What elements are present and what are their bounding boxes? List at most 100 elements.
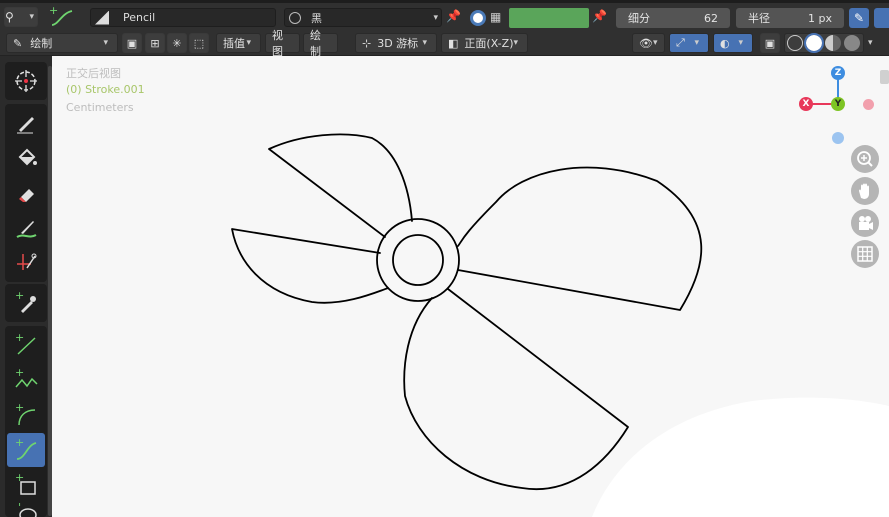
chevron-down-icon: ▾	[694, 38, 699, 48]
polyline-tool[interactable]: +	[7, 363, 45, 397]
radius-label: 半径	[748, 12, 770, 25]
cursor-tool[interactable]	[7, 64, 45, 98]
chevron-down-icon: ▾	[29, 12, 34, 22]
hub-inner-circle	[392, 234, 444, 286]
editor-type-icon: ⚲	[5, 10, 14, 24]
view-label: 视图	[272, 29, 283, 58]
propeller-drawing	[231, 133, 889, 517]
radius-field[interactable]: 半径 1 px	[736, 8, 844, 28]
shading-modes[interactable]	[784, 33, 864, 53]
grid-toggle-icon[interactable]	[851, 240, 879, 268]
tool-group-eyedropper: +	[5, 284, 47, 322]
cursor-label: 3D 游标	[377, 37, 419, 50]
gizmo-neg-x[interactable]	[863, 99, 874, 110]
draw-tool-icon: +	[46, 4, 76, 29]
tool-group-cursor	[5, 62, 47, 100]
solid-shading-icon[interactable]	[804, 33, 824, 53]
3d-viewport[interactable]: 正交后视图 (0) Stroke.001 Centimeters Z X Y	[52, 56, 889, 517]
blade-top	[268, 133, 413, 238]
brush-selector[interactable]: Pencil	[90, 8, 276, 27]
cursor-selector[interactable]: ⊹ 3D 游标 ▾	[355, 33, 437, 53]
pin-icon-2[interactable]: 📌	[592, 9, 610, 27]
view-menu[interactable]: 视图	[265, 29, 300, 58]
pressure-icon[interactable]: ✎	[849, 8, 869, 28]
chevron-down-icon: ▾	[513, 38, 518, 48]
pencil-brush-icon	[17, 117, 34, 134]
editor-type-button[interactable]: ⚲ ▾	[4, 7, 38, 27]
mode-selector[interactable]: ✎ 绘制 ▾	[6, 33, 118, 53]
eyedropper-icon: +	[15, 290, 36, 313]
blade-right	[457, 166, 703, 311]
material-icon	[289, 11, 301, 24]
viewport-scroll-handle[interactable]	[880, 70, 889, 84]
box-tool[interactable]: +	[7, 468, 45, 502]
chevron-down-icon: ▾	[246, 38, 251, 48]
eyedropper-tool[interactable]: +	[7, 286, 45, 320]
curve-tool[interactable]: +	[7, 433, 45, 467]
mode-label: 绘制	[30, 37, 53, 50]
subdivision-value: 62	[704, 11, 718, 25]
camera-icon[interactable]	[851, 209, 879, 237]
cursor-icon	[15, 70, 37, 92]
gizmo-neg-z[interactable]	[832, 132, 844, 144]
hub-outer-circle	[376, 218, 460, 302]
box-icon: +	[15, 472, 36, 495]
orientation-selector[interactable]: ◧ 正面(X-Z) ▾	[441, 33, 528, 53]
viewport-header: ✎ 绘制 ▾ ▣ ⊞ ✳ ⬚ 插值 ▾ 视图 绘制 ⊹ 3D 游标 ▾ ◧ 正面…	[0, 29, 889, 58]
subdivision-field[interactable]: 细分 62	[616, 8, 730, 28]
brush-icon	[95, 10, 109, 25]
chevron-down-icon: ▾	[652, 38, 658, 48]
radius-value: 1 px	[808, 11, 832, 25]
arc-tool[interactable]: +	[7, 398, 45, 432]
color-mode-icon[interactable]: ▦	[490, 10, 506, 26]
gizmo-y-axis[interactable]: Y	[831, 97, 845, 111]
erase-tool[interactable]	[7, 176, 45, 210]
snowflake-icon[interactable]: ✳	[167, 33, 187, 53]
shading-options-chevron[interactable]: ▾	[868, 38, 873, 48]
wireframe-shading-icon[interactable]	[787, 35, 803, 51]
scissors-icon	[17, 253, 37, 270]
nav-gizmo[interactable]: Z X Y	[797, 64, 877, 154]
color-swatch[interactable]	[509, 8, 589, 28]
hand-pan-icon[interactable]	[851, 177, 879, 205]
curve-icon: +	[15, 437, 37, 460]
draw-label: 绘制	[310, 29, 321, 58]
circle-icon: +	[15, 503, 37, 517]
bucket-icon	[18, 148, 37, 166]
visibility-toggle[interactable]: 👁 ▾	[632, 33, 665, 53]
overlay-toggle[interactable]: ◐ ▾	[713, 33, 753, 53]
svg-text:+: +	[15, 402, 24, 414]
frame-icon[interactable]: ▣	[122, 33, 142, 53]
eraser-icon	[19, 189, 34, 202]
svg-text:+: +	[15, 290, 24, 302]
overlay-icon: ◐	[720, 36, 730, 50]
line-icon: +	[15, 332, 36, 355]
draw-tool[interactable]	[7, 106, 45, 140]
svg-text:+: +	[15, 437, 24, 449]
overflow-icon[interactable]	[874, 8, 889, 28]
orientation-icon: ◧	[448, 36, 459, 50]
fill-tool[interactable]	[7, 141, 45, 175]
dotted-frame-icon[interactable]: ⬚	[189, 33, 209, 53]
cutter-tool[interactable]	[7, 246, 45, 280]
material-color-icon[interactable]	[470, 10, 486, 26]
material-selector[interactable]: 黑 ▾	[284, 8, 442, 27]
gizmo-x-axis[interactable]: X	[799, 97, 813, 111]
cursor-icon: ⊹	[362, 36, 372, 50]
zoom-icon[interactable]	[851, 145, 879, 173]
material-shading-icon[interactable]	[825, 35, 841, 51]
brush-name: Pencil	[123, 11, 156, 24]
interp-menu[interactable]: 插值 ▾	[216, 33, 261, 53]
line-tool[interactable]: +	[7, 328, 45, 362]
gizmo-z-axis[interactable]: Z	[831, 66, 845, 80]
gizmo-toggle[interactable]: ⤢ ▾	[669, 33, 709, 53]
rendered-shading-icon[interactable]	[844, 35, 860, 51]
multiframe-icon[interactable]: ⊞	[145, 33, 165, 53]
pin-icon[interactable]: 📌	[446, 9, 464, 27]
draw-menu[interactable]: 绘制	[303, 29, 338, 58]
circle-tool[interactable]: +	[7, 503, 45, 517]
xray-icon[interactable]: ▣	[760, 33, 780, 53]
tint-tool[interactable]	[7, 211, 45, 245]
svg-text:+: +	[15, 367, 24, 379]
tool-group-paint	[5, 104, 47, 282]
